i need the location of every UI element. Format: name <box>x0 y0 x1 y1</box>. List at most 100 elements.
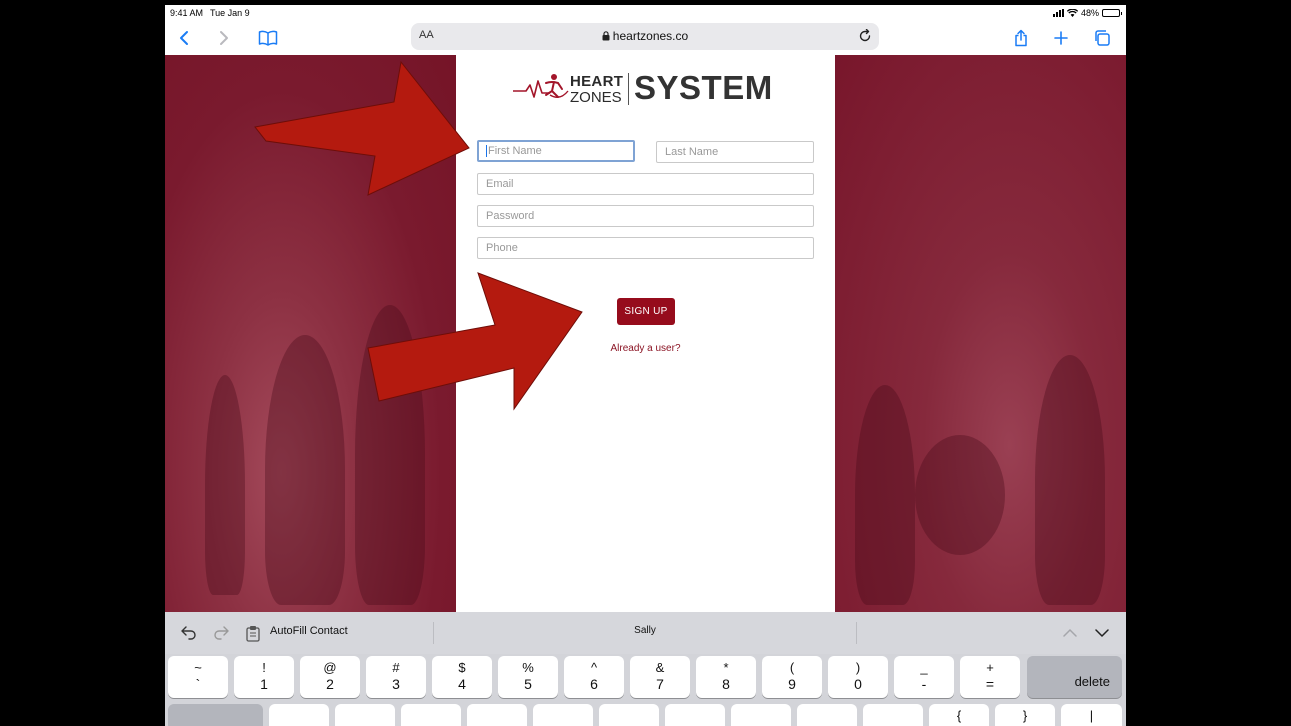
undo-icon <box>181 626 196 640</box>
key-q[interactable] <box>269 704 329 726</box>
phone-input[interactable]: Phone <box>477 237 814 259</box>
key-pipe[interactable]: | <box>1061 704 1122 726</box>
key-bottom-symbol: 9 <box>788 676 796 692</box>
back-button[interactable] <box>171 25 197 51</box>
key-top-symbol: ! <box>262 660 266 675</box>
signup-panel: HEART ZONES SYSTEM First Name Last Name … <box>456 55 835 612</box>
key-bottom-symbol: ` <box>195 676 201 692</box>
key-bottom-symbol: 7 <box>656 676 664 692</box>
url-text: heartzones.co <box>612 29 689 43</box>
redo-button[interactable] <box>212 624 230 642</box>
autofill-contact-button[interactable]: AutoFill Contact <box>270 625 348 637</box>
delete-key[interactable]: delete <box>1027 656 1122 698</box>
key-bottom-symbol: = <box>985 676 995 692</box>
bookmarks-button[interactable] <box>255 25 281 51</box>
open-book-icon <box>258 30 278 46</box>
key-top-symbol: { <box>956 708 962 723</box>
background-photo-right <box>835 55 1126 612</box>
key-equals[interactable]: + = <box>960 656 1020 698</box>
key-e[interactable] <box>401 704 461 726</box>
share-icon <box>1015 29 1027 47</box>
key-bottom-symbol: 3 <box>392 676 400 692</box>
key-top-symbol: # <box>392 660 400 675</box>
key-bottom-symbol: 5 <box>524 676 532 692</box>
password-placeholder: Password <box>486 210 535 222</box>
key-4[interactable]: $4 <box>432 656 492 698</box>
new-tab-button[interactable] <box>1048 25 1074 51</box>
password-input[interactable]: Password <box>477 205 814 227</box>
status-bar: 9:41 AM Tue Jan 9 48% <box>165 5 1126 21</box>
key-7[interactable]: & 7 <box>630 656 690 698</box>
key-close-brace[interactable]: } <box>995 704 1055 726</box>
background-person <box>1035 355 1105 605</box>
key-top-symbol: * <box>723 660 729 675</box>
reload-icon <box>859 29 871 42</box>
key-r[interactable] <box>467 704 527 726</box>
key-y[interactable] <box>599 704 659 726</box>
undo-button[interactable] <box>180 624 198 642</box>
key-u[interactable] <box>665 704 725 726</box>
paste-button[interactable] <box>244 624 262 642</box>
next-field-button[interactable] <box>1093 624 1111 642</box>
text-caret <box>486 145 487 158</box>
key-bottom-symbol: 8 <box>722 676 730 692</box>
already-a-user-link[interactable]: Already a user? <box>456 343 835 354</box>
status-indicators: 48% <box>1052 8 1122 18</box>
key-top-symbol: ( <box>789 660 795 675</box>
background-person <box>855 385 915 605</box>
key-bottom-symbol: 2 <box>326 676 334 692</box>
last-name-input[interactable]: Last Name <box>656 141 814 163</box>
key-8[interactable]: * 8 <box>696 656 756 698</box>
key-0[interactable]: ) 0 <box>828 656 888 698</box>
email-input[interactable]: Email <box>477 173 814 195</box>
sign-up-button[interactable]: SIGN UP <box>617 298 675 325</box>
first-name-input[interactable]: First Name <box>477 140 635 162</box>
key-top-symbol: _ <box>920 660 928 675</box>
web-page: HEART ZONES SYSTEM First Name Last Name … <box>165 55 1126 612</box>
browser-toolbar: AA heartzones.co <box>165 21 1126 55</box>
key-tilde[interactable]: ~ ` <box>168 656 228 698</box>
key-o[interactable] <box>797 704 857 726</box>
key-minus[interactable]: _ - <box>894 656 954 698</box>
reload-button[interactable] <box>855 26 875 46</box>
background-person <box>355 305 425 605</box>
key-5[interactable]: % 5 <box>498 656 558 698</box>
key-t[interactable] <box>533 704 593 726</box>
forward-button[interactable] <box>211 25 237 51</box>
key-3[interactable]: #3 <box>366 656 426 698</box>
ipad-screen: 9:41 AM Tue Jan 9 48% AA heartzones.co H… <box>165 5 1126 726</box>
chevron-down-icon <box>1095 629 1109 638</box>
key-bottom-symbol: 6 <box>590 676 598 692</box>
battery-percent: 48% <box>1080 8 1099 18</box>
key-top-symbol: + <box>986 660 994 675</box>
key-p[interactable] <box>863 704 923 726</box>
clipboard-icon <box>246 625 260 642</box>
key-open-brace[interactable]: { <box>929 704 989 726</box>
key-top-symbol: & <box>655 660 665 675</box>
share-button[interactable] <box>1008 25 1034 51</box>
heart-zones-logo: HEART ZONES SYSTEM <box>512 69 778 107</box>
background-photo-left <box>165 55 456 612</box>
toolbar-separator <box>856 622 857 644</box>
key-top-symbol: % <box>522 660 534 675</box>
key-bottom-symbol: 1 <box>260 676 268 692</box>
key-1[interactable]: ! 1 <box>234 656 294 698</box>
key-6[interactable]: ^ 6 <box>564 656 624 698</box>
predictive-suggestion[interactable]: Sally <box>435 625 855 636</box>
url-display[interactable]: heartzones.co <box>411 29 879 43</box>
key-2[interactable]: @2 <box>300 656 360 698</box>
keyboard-shortcut-bar: AutoFill Contact Sally <box>165 612 1126 654</box>
key-i[interactable] <box>731 704 791 726</box>
key-top-symbol: | <box>1089 708 1094 723</box>
key-w[interactable] <box>335 704 395 726</box>
address-bar[interactable]: AA heartzones.co <box>411 23 879 50</box>
key-9[interactable]: (9 <box>762 656 822 698</box>
plus-icon <box>1054 31 1068 45</box>
key-top-symbol: ^ <box>590 660 598 675</box>
previous-field-button[interactable] <box>1061 624 1079 642</box>
key-top-symbol: $ <box>458 660 466 675</box>
tab-key[interactable] <box>168 704 263 726</box>
battery-icon <box>1102 9 1122 17</box>
tabs-overview-button[interactable] <box>1089 25 1115 51</box>
first-name-placeholder: First Name <box>488 145 542 157</box>
